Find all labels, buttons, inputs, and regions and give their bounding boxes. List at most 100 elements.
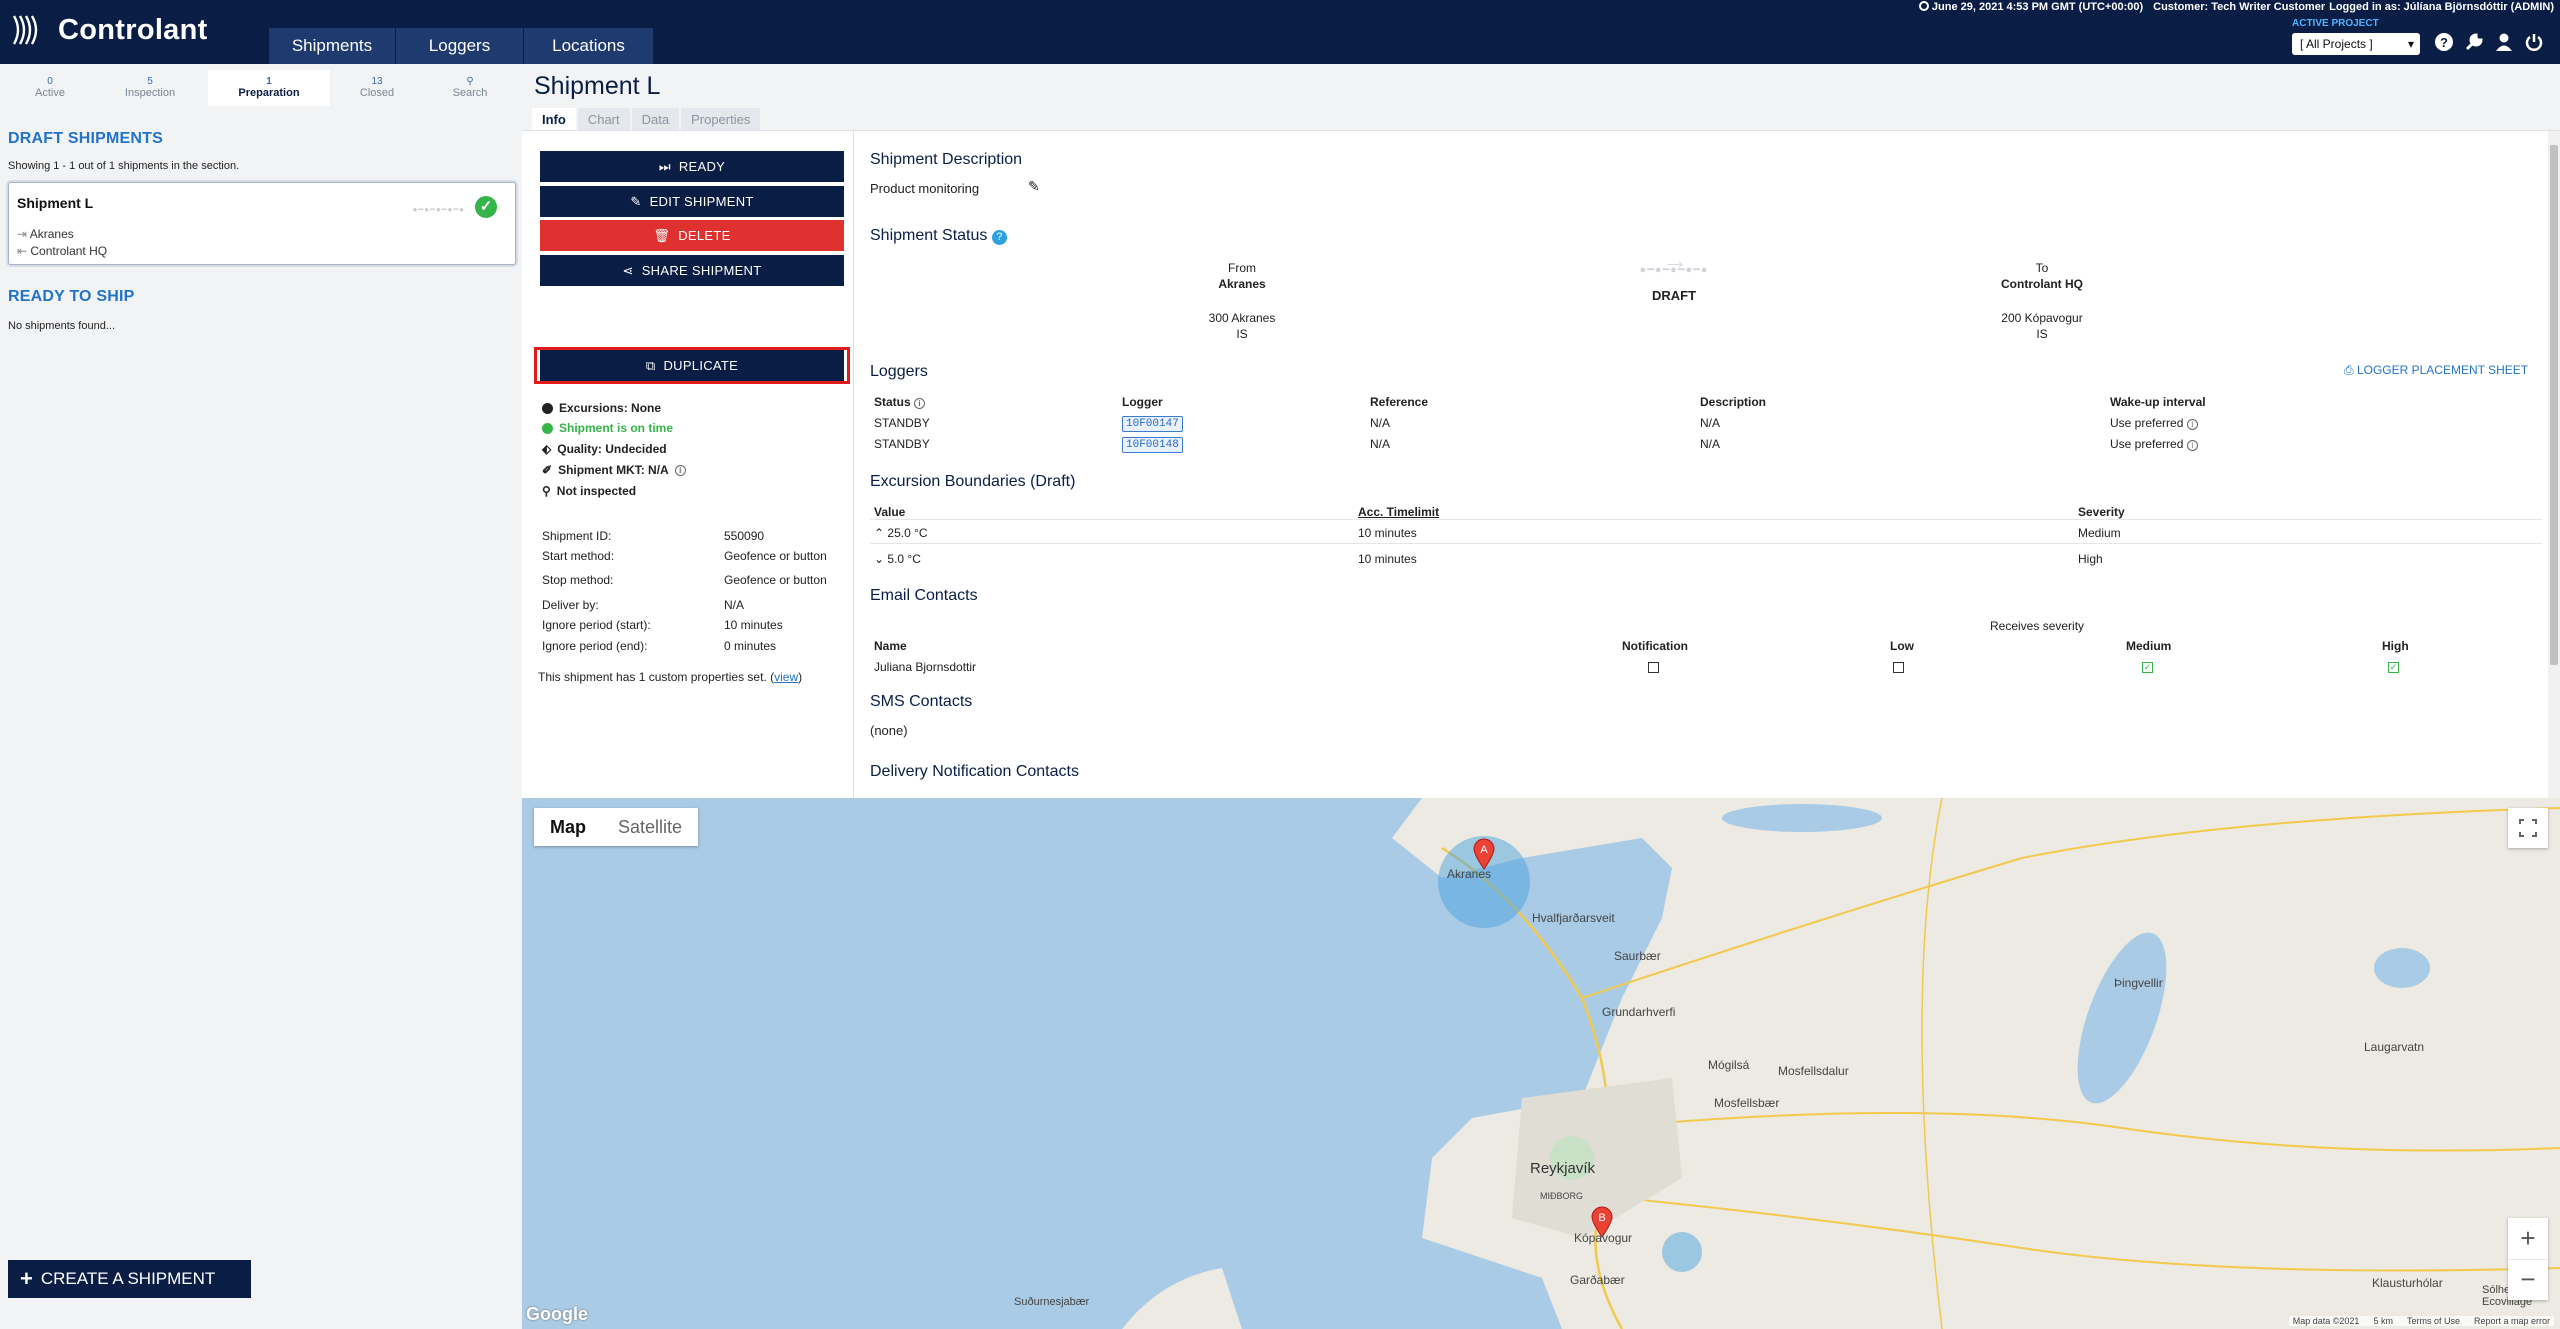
exc-time: 10 minutes	[1358, 526, 1417, 540]
report-error-link[interactable]: Report a map error	[2474, 1316, 2550, 1326]
exc-value: ⌃ 25.0 °C	[874, 526, 928, 540]
search-icon: ⚲	[542, 484, 551, 498]
plus-icon: +	[20, 1266, 33, 1291]
svg-text:A: A	[1480, 844, 1488, 856]
view-link[interactable]: view	[774, 670, 798, 684]
tab-search[interactable]: ⚲ Search	[420, 70, 520, 106]
share-icon: ⋖	[622, 262, 634, 278]
notification-checkbox[interactable]	[1648, 662, 1659, 673]
brand-logo[interactable]: Controlant	[8, 10, 208, 50]
ready-button[interactable]: ⏭ READY	[540, 151, 844, 182]
nav-tab-shipments[interactable]: Shipments	[269, 28, 395, 64]
logger-placement-sheet-link[interactable]: ⎙ LOGGER PLACEMENT SHEET	[2344, 363, 2528, 378]
medium-checkbox[interactable]: ✓	[2142, 662, 2153, 673]
svg-text:B: B	[1598, 1212, 1605, 1224]
project-select[interactable]: [ All Projects ] ▾	[2292, 33, 2420, 55]
map-attribution: Map data ©2021	[2292, 1316, 2360, 1326]
zoom-in-button[interactable]: +	[2508, 1218, 2548, 1259]
detail-key: Start method:	[542, 549, 615, 563]
svg-text:?: ?	[2440, 35, 2448, 50]
info-icon[interactable]: i	[674, 464, 686, 476]
tab-properties[interactable]: Properties	[681, 108, 761, 130]
map-label: Mógilsá	[1708, 1058, 1750, 1072]
share-shipment-button[interactable]: ⋖ SHARE SHIPMENT	[540, 255, 844, 286]
to-label: To	[2035, 261, 2049, 275]
chevron-up-icon: ⌃	[874, 526, 885, 540]
logger-status: STANDBY	[874, 416, 930, 430]
from-address: 300 Akranes	[1208, 311, 1276, 325]
help-icon[interactable]: ?	[2434, 32, 2454, 52]
info-icon[interactable]: i	[2186, 440, 2198, 451]
logger-id: 10F00148	[1122, 437, 1183, 453]
col-name: Name	[874, 639, 907, 653]
tab-count: 13	[371, 76, 383, 87]
loggers-heading: Loggers	[870, 363, 928, 380]
info-panel: ⏭ READY ✎ EDIT SHIPMENT 🗑 DELETE ⋖ SHARE SHI…	[522, 130, 2560, 799]
help-icon[interactable]: ?	[991, 230, 1007, 245]
zoom-out-button[interactable]: −	[2508, 1259, 2548, 1300]
delete-button[interactable]: 🗑 DELETE	[540, 220, 844, 251]
to-country: IS	[2036, 327, 2048, 341]
edit-label: EDIT SHIPMENT	[649, 194, 754, 209]
tab-label: Closed	[359, 87, 395, 99]
details-column: Shipment Description Product monitoring …	[862, 131, 2552, 799]
map-pin-a[interactable]: A	[1473, 838, 1495, 870]
map[interactable]: A B Akranes Hvalfjarðarsveit Saurbær Gru…	[522, 798, 2560, 1329]
power-icon[interactable]	[2524, 32, 2544, 52]
tab-count: 0	[47, 76, 53, 87]
detail-value: 550090	[724, 529, 765, 543]
terms-link[interactable]: Terms of Use	[2407, 1316, 2460, 1326]
arrival-icon: ⇤	[17, 244, 31, 258]
geofence-circle-b	[1662, 1232, 1702, 1272]
fullscreen-icon[interactable]	[2508, 808, 2548, 848]
logger-status: STANDBY	[874, 437, 930, 451]
print-icon: ⎙	[2344, 363, 2357, 377]
map-scale: 5 km	[2373, 1316, 2393, 1326]
trash-icon: 🗑	[653, 227, 671, 243]
tab-active[interactable]: 0 Active	[0, 70, 100, 106]
info-icon[interactable]: i	[914, 398, 926, 409]
description-value: Product monitoring	[870, 181, 980, 196]
edit-shipment-button[interactable]: ✎ EDIT SHIPMENT	[540, 186, 844, 217]
nav-tab-loggers[interactable]: Loggers	[396, 28, 523, 64]
tab-info[interactable]: Info	[532, 108, 576, 130]
email-contacts-heading: Email Contacts	[870, 587, 978, 604]
scrollbar-thumb[interactable]	[2550, 145, 2558, 665]
tab-preparation[interactable]: 1 Preparation	[208, 70, 330, 106]
low-checkbox[interactable]	[1893, 662, 1904, 673]
tab-closed[interactable]: 13 Closed	[327, 70, 427, 106]
excursion-heading: Excursion Boundaries (Draft)	[870, 473, 1076, 490]
fast-forward-icon: ⏭	[658, 158, 671, 174]
high-checkbox[interactable]: ✓	[2388, 662, 2399, 673]
mkt-status: ✐ Shipment MKT: N/A i	[542, 463, 686, 477]
detail-tabs: Info Chart Data Properties	[532, 108, 761, 130]
tab-chart[interactable]: Chart	[577, 108, 630, 130]
logger-id-chip[interactable]: 10F00147	[1122, 415, 1183, 432]
edit-description-icon[interactable]: ✎	[1028, 178, 1040, 195]
map-label: MIÐBORG	[1540, 1191, 1584, 1201]
detail-key: Ignore period (start):	[542, 618, 651, 632]
zoom-control: + −	[2508, 1218, 2548, 1300]
receives-severity-label: Receives severity	[1990, 619, 2085, 633]
map-type-satellite-button[interactable]: Satellite	[602, 808, 698, 846]
search-icon: ⚲	[466, 76, 474, 87]
user-icon[interactable]	[2494, 32, 2514, 52]
page-title: Shipment L	[534, 72, 661, 100]
detail-key: Stop method:	[542, 573, 614, 587]
tab-data[interactable]: Data	[631, 108, 680, 130]
wrench-icon[interactable]	[2464, 32, 2484, 52]
check-icon: ✓	[475, 196, 497, 218]
map-type-map-button[interactable]: Map	[534, 808, 602, 846]
scrollbar[interactable]	[2548, 131, 2560, 799]
tab-inspection[interactable]: 5 Inspection	[100, 70, 200, 106]
draft-shipments-heading: DRAFT SHIPMENTS	[8, 130, 163, 147]
share-label: SHARE SHIPMENT	[641, 263, 762, 278]
nav-tab-locations[interactable]: Locations	[524, 28, 653, 64]
session-info: June 29, 2021 4:53 PM GMT (UTC+00:00) Cu…	[1918, 1, 2554, 13]
col-description: Description	[1700, 395, 1767, 409]
info-icon[interactable]: i	[2186, 419, 2198, 430]
create-shipment-button[interactable]: + CREATE A SHIPMENT	[8, 1260, 251, 1298]
shipment-card[interactable]: Shipment L ●━●━●━●━● ✓ ⇥ Akranes ⇤ Contr…	[8, 182, 516, 265]
to-address: 200 Kópavogur	[2001, 311, 2083, 325]
logger-id-chip[interactable]: 10F00148	[1122, 436, 1183, 453]
